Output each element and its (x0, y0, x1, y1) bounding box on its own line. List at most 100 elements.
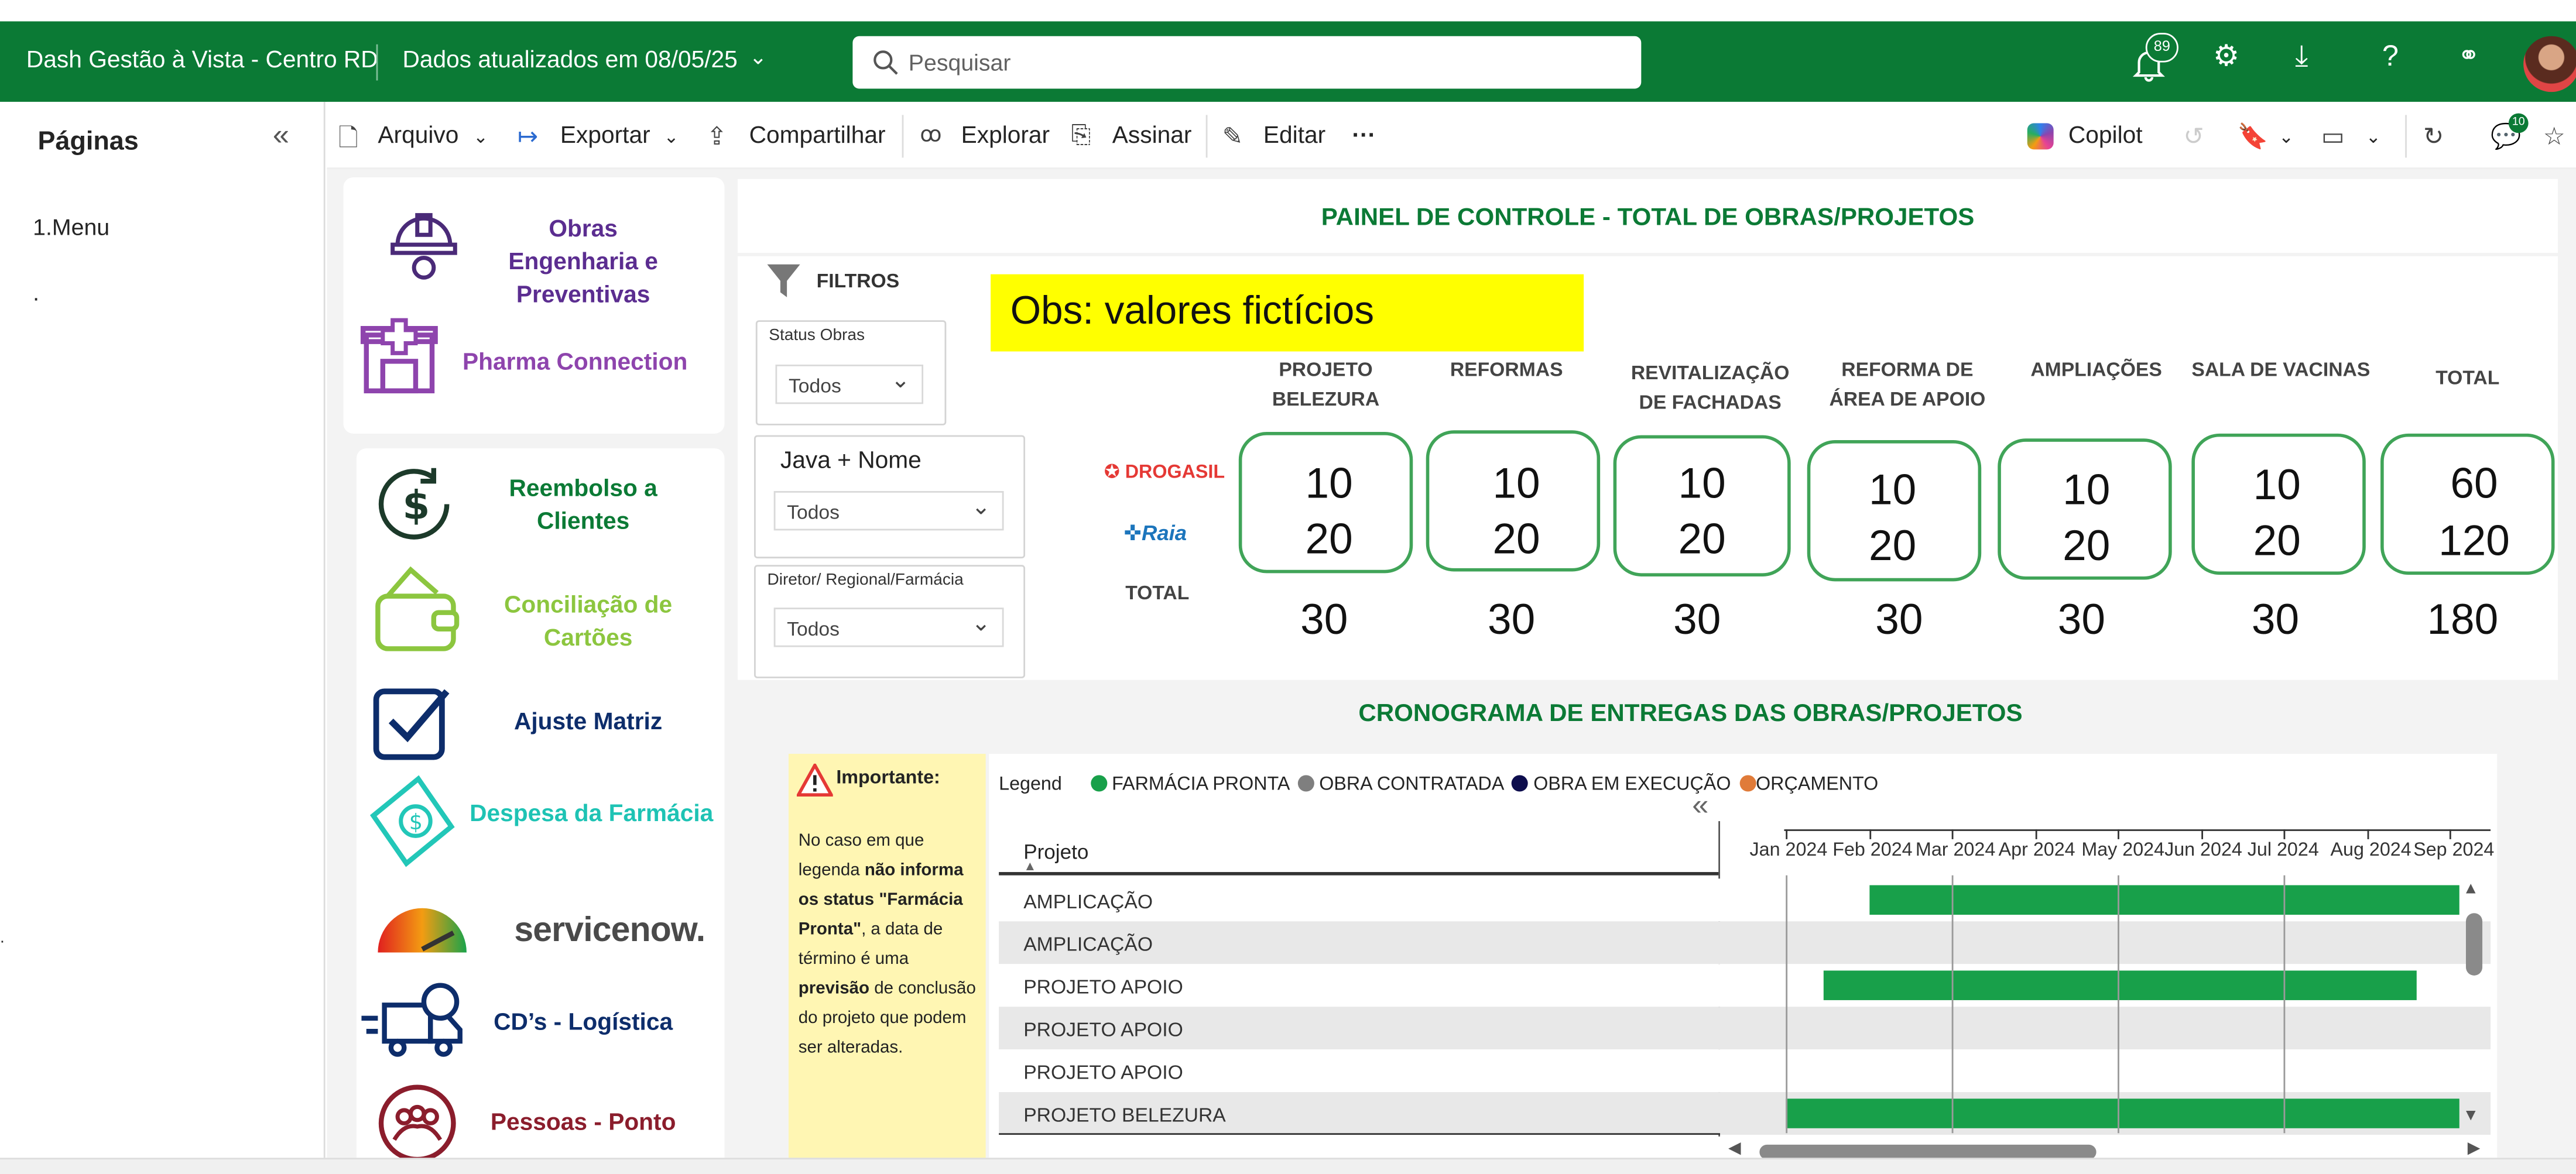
important-note-title: Importante: (836, 768, 940, 788)
collapse-columns-icon[interactable]: « (1692, 788, 1708, 823)
page-item-menu[interactable]: 1.Menu (33, 214, 109, 240)
copilot-button[interactable]: Copilot (2068, 123, 2143, 149)
col-header-projeto-belezura: PROJETO BELEZURA (1272, 358, 1380, 411)
engineering-helmet-icon[interactable] (385, 205, 464, 281)
timeline-tick (1951, 829, 1954, 839)
menu-obras[interactable]: Obras Engenharia e Preventivas (487, 214, 680, 312)
row-total-label: TOTAL (1125, 581, 1190, 605)
filter-java-nome-dropdown[interactable]: Todos ⌄ (773, 491, 1004, 531)
assinar-button[interactable]: Assinar (1112, 123, 1192, 149)
gantt-bar[interactable] (1824, 970, 2417, 1000)
collapse-pane-icon[interactable]: « (273, 118, 289, 153)
expense-bill-icon[interactable]: $ (363, 772, 461, 870)
filter-status-obras-dropdown[interactable]: Todos ⌄ (775, 364, 924, 404)
timeline-month-label: Jun 2024 (2164, 840, 2242, 861)
value-raia: 20 (1869, 520, 1917, 570)
scroll-up-icon[interactable]: ▲ (2462, 880, 2479, 898)
menu-reembolso[interactable]: Reembolso a Clientes (487, 473, 680, 538)
favorite-star-icon[interactable]: ☆ (2543, 122, 2565, 151)
people-clock-icon[interactable] (371, 1080, 463, 1162)
col-header-reformas: REFORMAS (1450, 358, 1563, 382)
checkbox-icon[interactable] (371, 682, 453, 764)
filter-diretor-dropdown[interactable]: Todos ⌄ (773, 607, 1004, 647)
col-header-sala-vacinas: SALA DE VACINAS (2191, 358, 2371, 382)
legend-dot (1090, 775, 1107, 792)
chevron-down-icon[interactable]: ⌄ (2366, 126, 2381, 148)
refund-dollar-icon[interactable]: $ (371, 465, 457, 544)
share-people-icon[interactable]: ⚭ (2458, 39, 2480, 72)
chevron-down-icon[interactable]: ⌄ (664, 126, 679, 148)
col-header-reforma-area-apoio: REFORMA DE ÁREA DE APOIO (1829, 358, 1986, 411)
search-input[interactable]: Pesquisar (852, 36, 1642, 89)
value-total: 30 (2057, 594, 2105, 644)
comment-count-badge: 10 (2508, 113, 2529, 133)
vertical-scrollbar-thumb[interactable] (2465, 913, 2483, 976)
legend-dot (1739, 775, 1756, 792)
chevron-down-icon[interactable]: ⌄ (2279, 126, 2294, 148)
gantt-bar[interactable] (1786, 1099, 2459, 1128)
timeline-month-label: Feb 2024 (1832, 840, 1913, 861)
undo-icon: ↺ (2183, 123, 2204, 152)
data-updated-label[interactable]: Dados atualizados em 08/05/25 (402, 47, 737, 74)
gantt-bar[interactable] (1870, 885, 2459, 915)
menu-ajuste-matriz[interactable]: Ajuste Matriz (487, 706, 690, 739)
pages-title: Páginas (37, 128, 139, 156)
user-avatar[interactable] (2523, 36, 2576, 92)
timeline-tick (2449, 829, 2451, 839)
dropdown-value: Todos (788, 374, 841, 398)
report-title[interactable]: Dash Gestão à Vista - Centro RD (26, 47, 378, 74)
gantt-row-label: PROJETO APOIO (1023, 975, 1183, 999)
menu-cds-logistica[interactable]: CD’s - Logística (487, 1007, 680, 1039)
compartilhar-button[interactable]: Compartilhar (749, 123, 886, 149)
copilot-icon (2027, 123, 2054, 150)
pharma-box-icon[interactable] (358, 315, 440, 397)
view-icon[interactable]: ▭ (2321, 122, 2345, 151)
value-raia: 20 (2063, 520, 2111, 570)
scroll-left-icon[interactable]: ◀ (1728, 1139, 1741, 1158)
chevron-down-icon[interactable]: ⌄ (749, 44, 768, 71)
settings-gear-icon[interactable]: ⚙ (2213, 39, 2239, 74)
filter-java-nome-label: Java + Nome (780, 448, 922, 475)
page-item-dot[interactable]: . (33, 279, 39, 305)
refresh-icon[interactable]: ↻ (2423, 122, 2444, 151)
scroll-down-icon[interactable]: ▼ (2462, 1107, 2479, 1125)
menu-servicenow[interactable]: servicenow. (514, 911, 705, 950)
gantt-row-label: PROJETO APOIO (1023, 1060, 1183, 1084)
search-placeholder: Pesquisar (908, 49, 1011, 76)
arquivo-menu[interactable]: Arquivo (378, 123, 458, 149)
scroll-right-icon[interactable]: ▶ (2468, 1139, 2481, 1158)
editar-button[interactable]: Editar (1263, 123, 1325, 149)
raia-logo: ✜Raia (1123, 520, 1187, 545)
menu-despesa[interactable]: Despesa da Farmácia (468, 798, 715, 831)
explorar-button[interactable]: Explorar (961, 123, 1050, 149)
delivery-truck-icon[interactable] (361, 982, 467, 1061)
gantt-row[interactable]: PROJETO APOIO (999, 1007, 2491, 1050)
gantt-row[interactable]: PROJETO APOIO (999, 1049, 2491, 1093)
header-rule (999, 872, 1721, 876)
painel-title: PAINEL DE CONTROLE - TOTAL DE OBRAS/PROJ… (1321, 203, 1975, 232)
menu-conciliacao[interactable]: Conciliação de Cartões (487, 589, 690, 655)
important-note: Importante: No caso em que legenda não i… (788, 754, 986, 1158)
legend-dot (1512, 775, 1529, 792)
exportar-menu[interactable]: Exportar (560, 123, 650, 149)
export-arrow-icon: ↦ (517, 123, 539, 152)
gauge-icon[interactable] (371, 894, 473, 959)
menu-pharma-connection[interactable]: Pharma Connection (453, 346, 696, 379)
menu-pessoas-ponto[interactable]: Pessoas - Ponto (487, 1107, 680, 1139)
value-total: 30 (1875, 594, 1923, 644)
help-icon[interactable]: ? (2382, 39, 2399, 74)
wallet-cards-icon[interactable] (371, 563, 463, 655)
gantt-grid-line (2118, 875, 2119, 1134)
value-total: 30 (1300, 594, 1348, 644)
report-toolbar: 🗋 Arquivo ⌄ ↦ Exportar ⌄ ⇪ Compartilhar … (327, 101, 2576, 170)
gantt-row-label: PROJETO BELEZURA (1023, 1103, 1226, 1127)
chevron-down-icon: ⌄ (971, 609, 991, 636)
download-icon[interactable]: ⤓ (2295, 39, 2308, 74)
gantt-row[interactable]: AMPLICAÇÃO (999, 921, 2491, 964)
chevron-down-icon[interactable]: ⌄ (473, 126, 488, 148)
timeline-month-label: Apr 2024 (1998, 840, 2075, 861)
more-options-button[interactable]: ··· (1352, 123, 1376, 149)
bookmark-icon[interactable]: 🔖 (2238, 122, 2268, 151)
timeline-tick (2118, 829, 2119, 839)
timeline-tick (2283, 829, 2286, 839)
